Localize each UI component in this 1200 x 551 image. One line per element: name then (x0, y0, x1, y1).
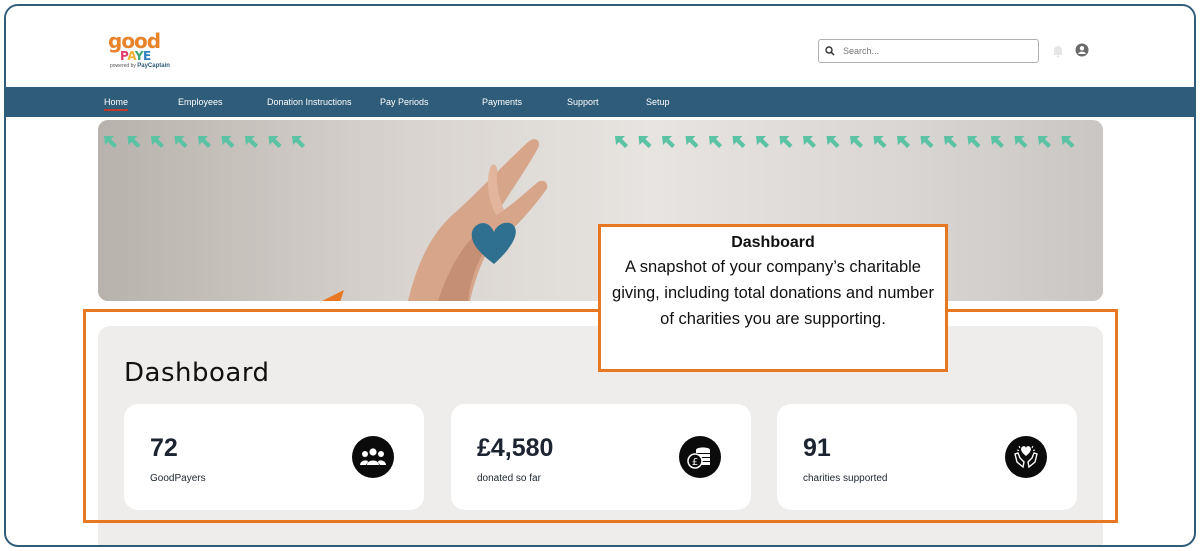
arrow-mark (151, 136, 164, 148)
heart-icon (471, 222, 516, 264)
arrow-pattern-right (613, 134, 1093, 150)
arrow-mark (756, 136, 769, 148)
nav-support[interactable]: Support (567, 87, 599, 117)
arrow-mark (850, 136, 863, 148)
arrow-mark (873, 136, 887, 148)
arrow-mark (897, 136, 910, 148)
arrow-mark (245, 136, 258, 148)
dashboard-callout: Dashboard A snapshot of your company’s c… (598, 224, 948, 372)
arrow-mark (732, 136, 746, 148)
powered-by-brand: PayCaptain (137, 63, 170, 69)
arrow-mark (638, 136, 652, 148)
arrow-mark (944, 136, 957, 148)
arrow-mark (221, 136, 235, 148)
nav-payments[interactable]: Payments (482, 87, 522, 117)
callout-title: Dashboard (731, 234, 815, 251)
arrow-mark (198, 136, 211, 148)
search-icon (819, 40, 841, 62)
arrow-mark (1061, 136, 1075, 148)
arrow-mark (268, 136, 282, 148)
header: good PAYE powered by PayCaptain (6, 6, 1194, 87)
arrow-mark (826, 136, 840, 148)
search-box[interactable] (818, 39, 1039, 63)
logo-letter: E (143, 49, 151, 63)
bell-icon[interactable] (1051, 44, 1065, 58)
arrow-mark (615, 136, 628, 148)
nav-setup[interactable]: Setup (646, 87, 670, 117)
callout-description: A snapshot of your company’s charitable … (612, 258, 934, 328)
nav-home[interactable]: Home (104, 87, 129, 117)
arrow-mark (803, 136, 816, 148)
powered-by-text: powered by (110, 63, 136, 69)
arrow-mark (127, 136, 141, 148)
arrow-mark (1014, 136, 1028, 148)
arrow-mark (104, 136, 117, 148)
goodpaye-logo[interactable]: good PAYE powered by PayCaptain (108, 29, 188, 76)
nav-donation-instructions[interactable]: Donation Instructions (267, 87, 352, 117)
arrow-mark (662, 136, 675, 148)
arrow-mark (991, 136, 1004, 148)
arrow-mark (685, 136, 699, 148)
arrow-mark (779, 136, 793, 148)
arrow-mark (709, 136, 722, 148)
user-icon[interactable] (1075, 43, 1089, 57)
arrow-mark (1038, 136, 1051, 148)
hand-illustration (408, 139, 548, 301)
arrow-pattern-left (102, 134, 317, 150)
logo-letter: Y (134, 49, 144, 63)
orange-shape (322, 290, 344, 301)
arrow-mark (292, 136, 305, 148)
logo-letter: A (127, 49, 135, 63)
app-frame: good PAYE powered by PayCaptain Home Emp… (4, 4, 1196, 547)
logo-powered-by: powered by PayCaptain (110, 63, 188, 69)
nav-employees[interactable]: Employees (178, 87, 223, 117)
nav-pay-periods[interactable]: Pay Periods (380, 87, 429, 117)
arrow-mark (174, 136, 188, 148)
arrow-mark (920, 136, 934, 148)
search-input[interactable] (841, 45, 1025, 57)
logo-word: good (108, 29, 161, 53)
main-nav: Home Employees Donation Instructions Pay… (6, 87, 1194, 117)
arrow-mark (967, 136, 981, 148)
